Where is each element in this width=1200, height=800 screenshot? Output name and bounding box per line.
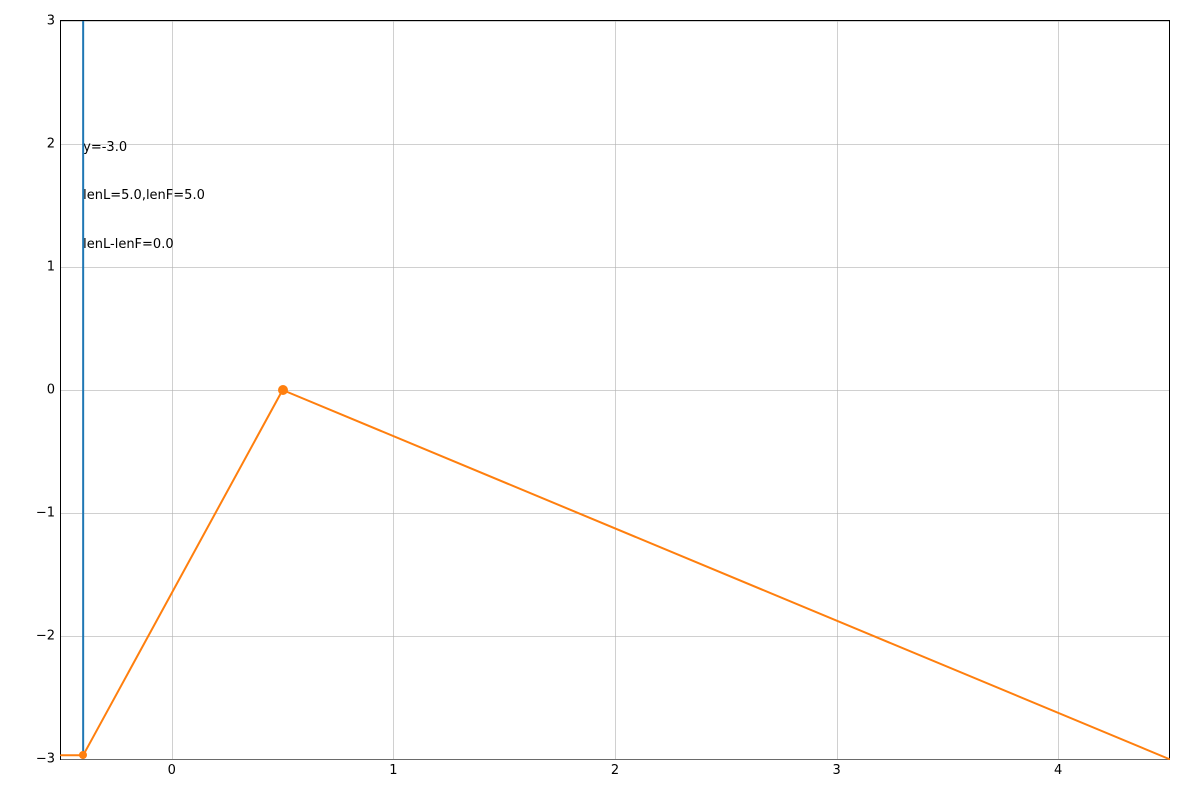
xtick-2: 2 xyxy=(611,763,619,778)
xtick-3: 3 xyxy=(832,763,840,778)
chart-axes: 0 1 2 3 4 −3 −2 −1 0 1 2 3 y=-3.0 lenL=5… xyxy=(60,20,1170,760)
figure: 0 1 2 3 4 −3 −2 −1 0 1 2 3 y=-3.0 lenL=5… xyxy=(0,0,1200,800)
xtick-4: 4 xyxy=(1054,763,1062,778)
ytick--3: −3 xyxy=(36,752,55,767)
ytick-1: 1 xyxy=(47,260,55,275)
marker-orange-peak xyxy=(278,385,288,395)
ytick-2: 2 xyxy=(47,137,55,152)
marker-orange-start xyxy=(79,751,87,759)
xtick-1: 1 xyxy=(389,763,397,778)
series-orange-path xyxy=(61,390,1169,759)
gridline-y--3 xyxy=(61,759,1169,760)
xtick-0: 0 xyxy=(168,763,176,778)
ytick--1: −1 xyxy=(36,506,55,521)
ytick-0: 0 xyxy=(47,383,55,398)
plot-lines xyxy=(61,21,1169,759)
ytick-3: 3 xyxy=(47,14,55,29)
ytick--2: −2 xyxy=(36,629,55,644)
